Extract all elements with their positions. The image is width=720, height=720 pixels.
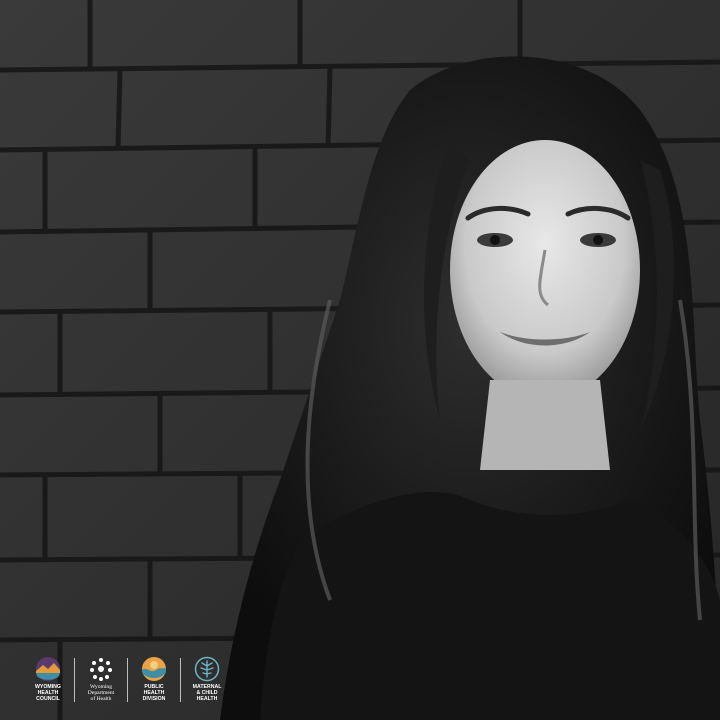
logo-text: PUBLIC HEALTH DIVISION	[142, 684, 166, 702]
wave-sun-circle-icon	[142, 657, 166, 681]
public-health-division-logo: PUBLIC HEALTH DIVISION	[128, 656, 180, 702]
wyoming-department-of-health-logo: Wyoming Department of Health	[75, 656, 127, 702]
wyoming-health-council-logo: WYOMING HEALTH COUNCIL	[22, 656, 74, 702]
tree-circle-icon	[194, 656, 220, 682]
maternal-child-health-logo: MATERNAL & CHILD HEALTH	[181, 656, 233, 702]
portrait-photo: WYOMING HEALTH COUNCIL Wyoming Departmen…	[0, 0, 720, 720]
landscape-circle-icon	[36, 657, 60, 681]
logo-text: Wyoming Department of Health	[87, 684, 115, 702]
logo-text: MATERNAL & CHILD HEALTH	[192, 684, 222, 702]
brick-wall-background	[0, 0, 720, 720]
logo-text: WYOMING HEALTH COUNCIL	[35, 684, 61, 702]
people-circle-icon	[90, 658, 112, 681]
logo-strip: WYOMING HEALTH COUNCIL Wyoming Departmen…	[22, 656, 233, 712]
